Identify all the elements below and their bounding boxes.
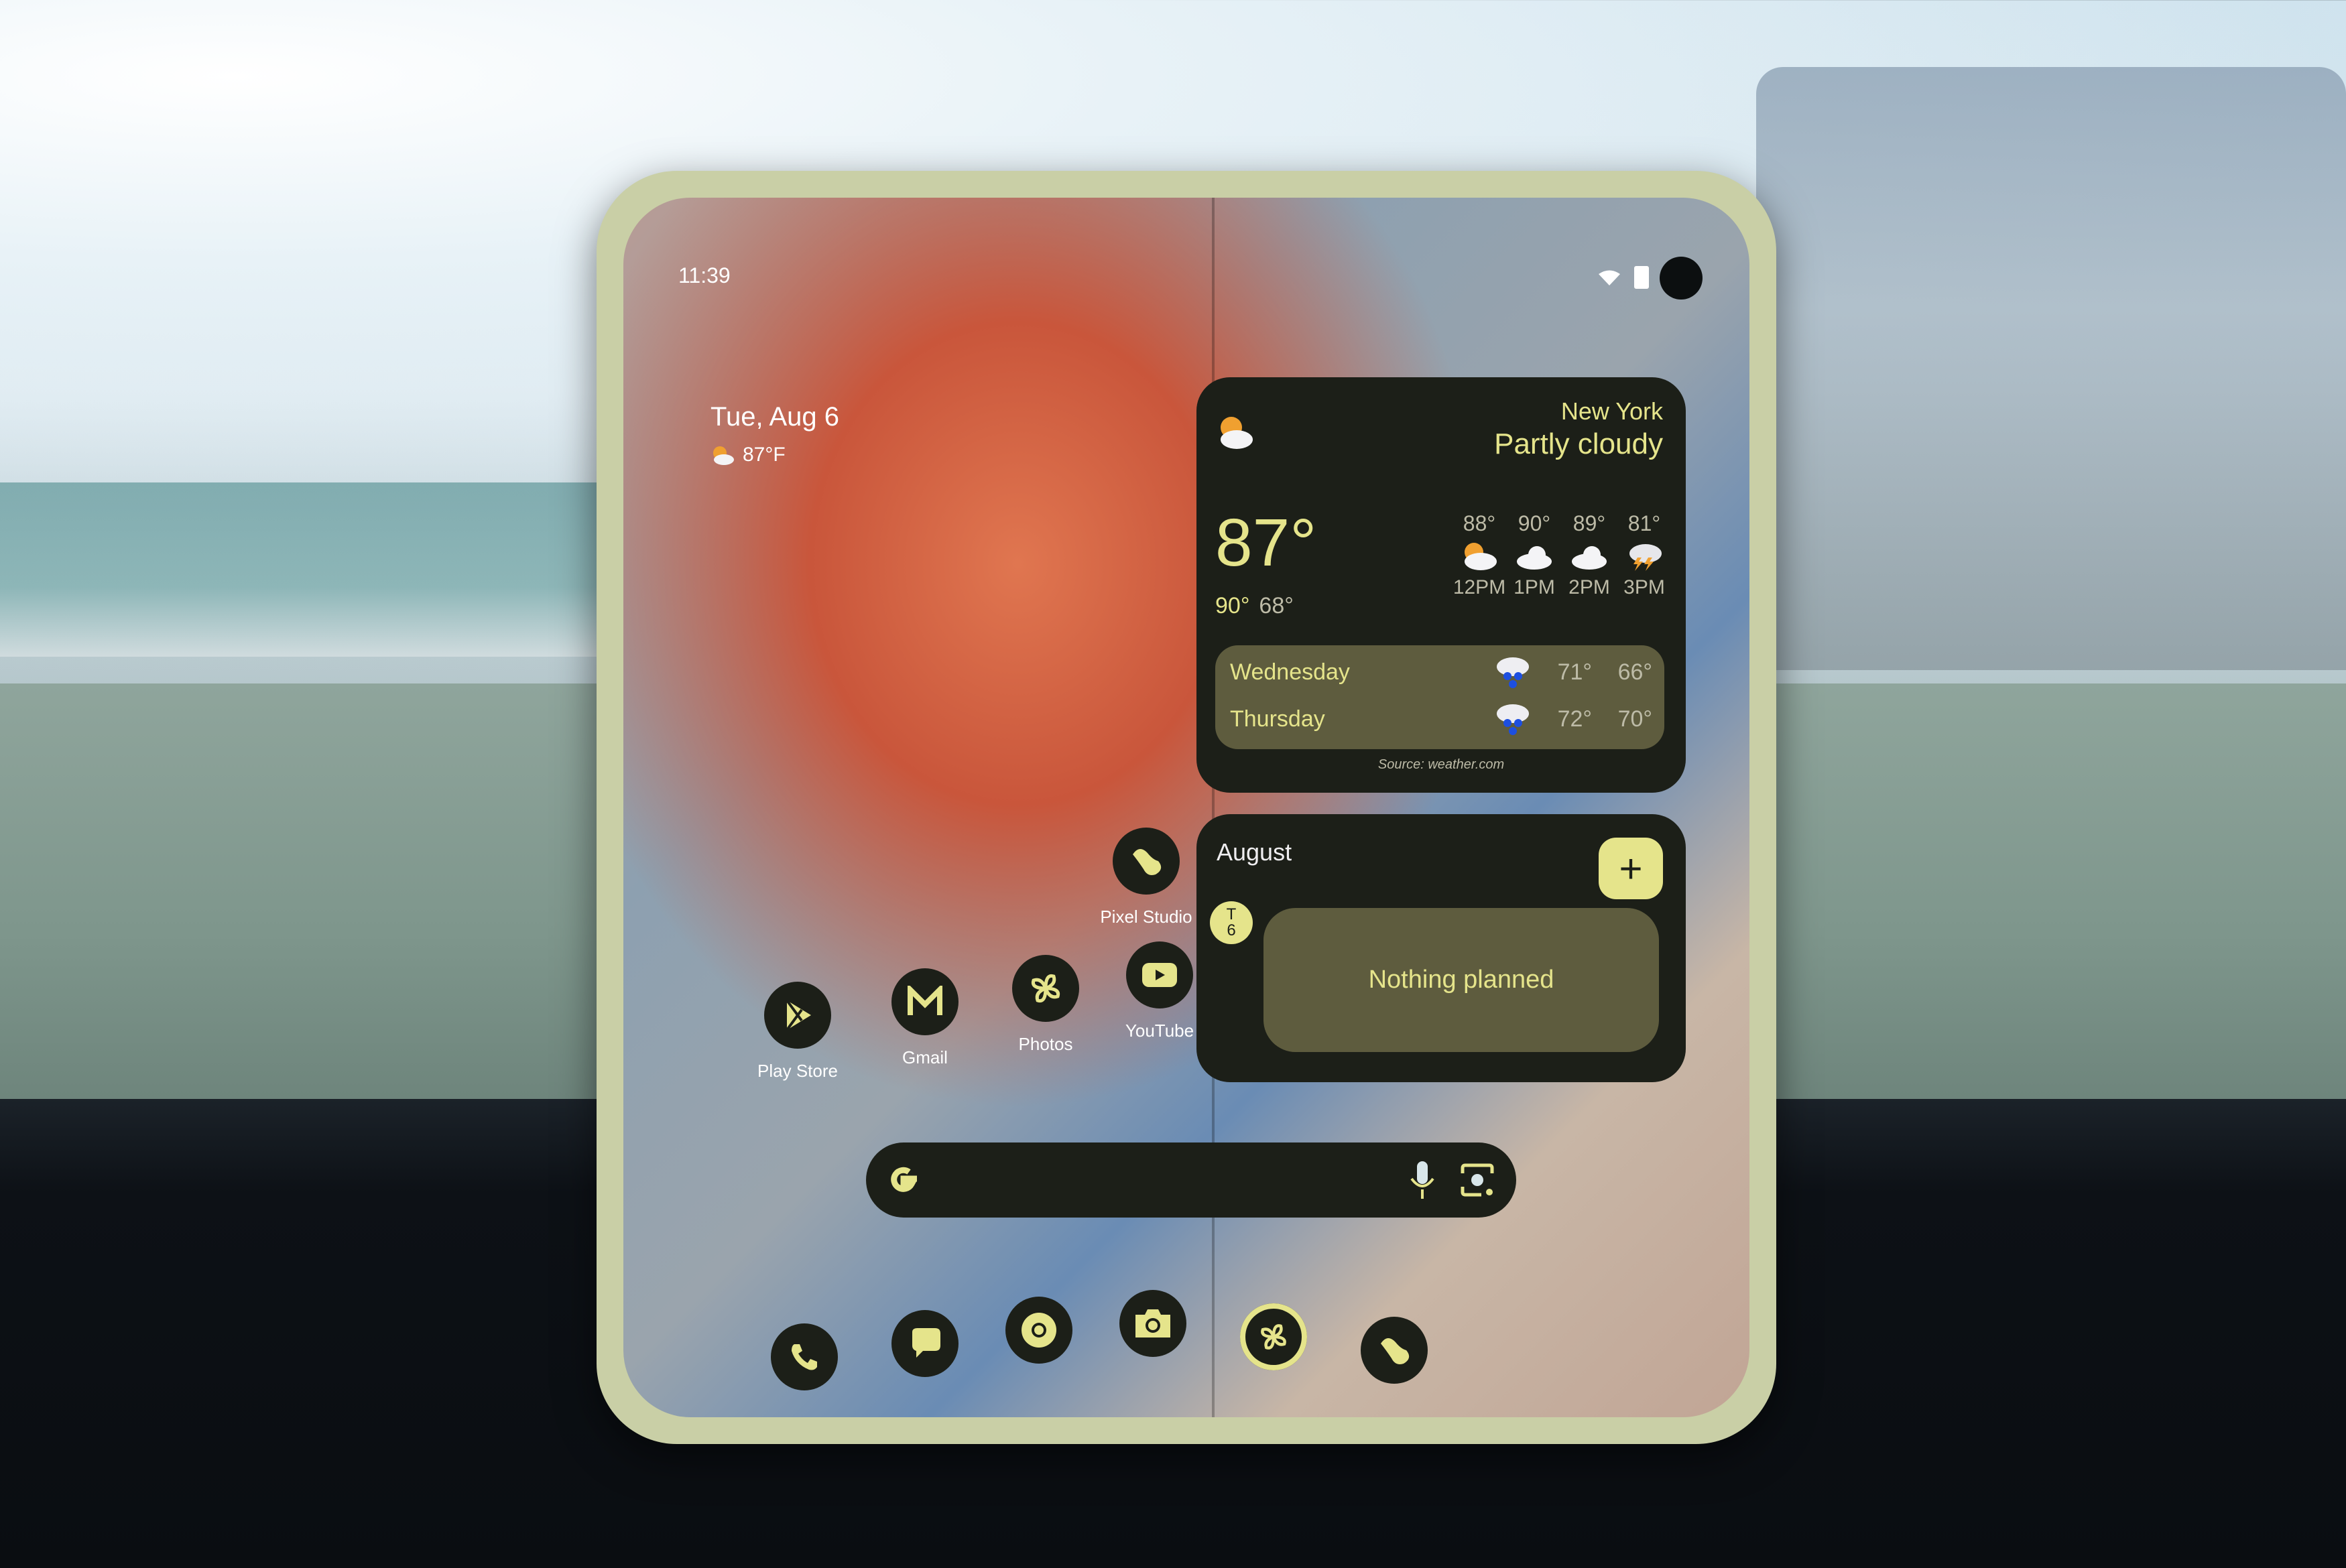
pixel-studio-icon[interactable]	[1361, 1317, 1428, 1384]
day-letter: T	[1226, 905, 1237, 923]
add-event-button[interactable]: +	[1599, 838, 1663, 899]
glance-weather[interactable]: 87°F	[711, 444, 786, 466]
photos-icon[interactable]	[1240, 1303, 1307, 1370]
background-pier	[0, 482, 603, 657]
app-pixel-studio[interactable]: Pixel Studio	[1086, 828, 1207, 927]
status-icons	[1598, 266, 1649, 289]
today-badge: T 6	[1210, 901, 1253, 944]
google-search-bar[interactable]	[866, 1142, 1516, 1218]
app-label: Pixel Studio	[1100, 907, 1192, 927]
youtube-icon	[1126, 941, 1193, 1008]
app-label: Gmail	[902, 1047, 948, 1067]
current-temperature: 87°	[1215, 505, 1317, 580]
calendar-month: August	[1217, 838, 1292, 866]
hourly-time: 2PM	[1568, 576, 1610, 598]
plus-icon: +	[1619, 846, 1643, 891]
gmail-icon	[891, 968, 959, 1035]
partly-cloudy-icon	[1465, 543, 1497, 570]
thunderstorm-icon	[1629, 544, 1662, 571]
glance-date[interactable]: Tue, Aug 6	[711, 402, 839, 432]
weather-location: New York	[1560, 397, 1663, 425]
high-low: 90° 68°	[1215, 593, 1294, 619]
daily-day: Wednesday	[1230, 659, 1350, 685]
daily-low: 66°	[1617, 659, 1652, 685]
weather-widget[interactable]: New York Partly cloudy 87° 90° 68° 88° 12…	[1196, 377, 1686, 793]
cloudy-icon	[1572, 546, 1607, 570]
rain-icon	[1497, 657, 1529, 688]
hourly-time: 3PM	[1623, 576, 1665, 598]
partly-cloudy-icon	[713, 446, 734, 465]
wifi-icon	[1599, 270, 1620, 285]
hourly-time: 12PM	[1453, 576, 1506, 598]
hourly-item: 88° 12PM	[1453, 511, 1505, 599]
daily-day: Thursday	[1230, 706, 1325, 732]
hourly-item: 90° 1PM	[1513, 511, 1556, 599]
hourly-item: 89° 2PM	[1568, 511, 1611, 599]
background-buildings	[1756, 67, 2346, 670]
photos-icon	[1012, 955, 1079, 1022]
no-events-card[interactable]: Nothing planned	[1263, 908, 1659, 1052]
partly-cloudy-icon	[1221, 417, 1253, 449]
daily-high: 71°	[1557, 659, 1592, 685]
battery-icon	[1634, 266, 1649, 289]
weather-condition: Partly cloudy	[1494, 428, 1663, 460]
app-youtube[interactable]: YouTube	[1099, 941, 1220, 1041]
chrome-icon[interactable]	[1005, 1297, 1072, 1364]
daily-high: 72°	[1557, 706, 1592, 732]
hourly-temp: 88°	[1463, 511, 1496, 535]
calendar-widget[interactable]: August + T 6 Nothing planned	[1196, 814, 1686, 1082]
phone-icon[interactable]	[771, 1323, 838, 1390]
google-lens-icon[interactable]	[1459, 1161, 1496, 1199]
hourly-temp: 89°	[1572, 511, 1606, 535]
empty-message: Nothing planned	[1368, 966, 1554, 994]
day-number: 6	[1227, 921, 1236, 939]
app-photos[interactable]: Photos	[985, 955, 1106, 1055]
home-screen: 11:39 Tue, Aug 6 87°F New York Partly cl…	[623, 198, 1749, 1417]
daily-row: Wednesday 71° 66°	[1230, 653, 1652, 691]
rain-icon	[1497, 704, 1529, 735]
camera-icon[interactable]	[1119, 1290, 1186, 1357]
high-temp: 90°	[1215, 593, 1250, 618]
app-label: Photos	[1018, 1034, 1073, 1054]
daily-forecast: Wednesday 71° 66° Thursday 72° 70°	[1215, 645, 1664, 749]
microphone-icon[interactable]	[1409, 1160, 1436, 1200]
foldable-phone: 11:39 Tue, Aug 6 87°F New York Partly cl…	[597, 171, 1776, 1444]
cloudy-icon	[1517, 546, 1552, 570]
play-store-icon	[764, 982, 831, 1049]
hourly-forecast: 88° 12PM 90° 1PM 89° 2PM 81° 3PM	[1453, 511, 1666, 599]
hourly-temp: 81°	[1627, 511, 1661, 535]
app-play-store[interactable]: Play Store	[737, 982, 858, 1082]
pixel-studio-icon	[1113, 828, 1180, 895]
status-time: 11:39	[678, 263, 731, 287]
low-temp: 68°	[1259, 593, 1294, 618]
messages-icon[interactable]	[891, 1310, 959, 1377]
hourly-item: 81° 3PM	[1623, 511, 1666, 599]
dock	[623, 1243, 1749, 1390]
weather-source[interactable]: Source: weather.com	[1196, 757, 1686, 773]
app-label: YouTube	[1125, 1021, 1194, 1041]
daily-row: Thursday 72° 70°	[1230, 700, 1652, 738]
app-gmail[interactable]: Gmail	[865, 968, 985, 1068]
hourly-time: 1PM	[1514, 576, 1555, 598]
daily-low: 70°	[1617, 706, 1652, 732]
glance-temp: 87°F	[743, 444, 786, 466]
hourly-temp: 90°	[1518, 511, 1551, 535]
app-label: Play Store	[757, 1061, 838, 1081]
front-camera	[1660, 257, 1703, 300]
google-g-icon	[891, 1167, 917, 1192]
